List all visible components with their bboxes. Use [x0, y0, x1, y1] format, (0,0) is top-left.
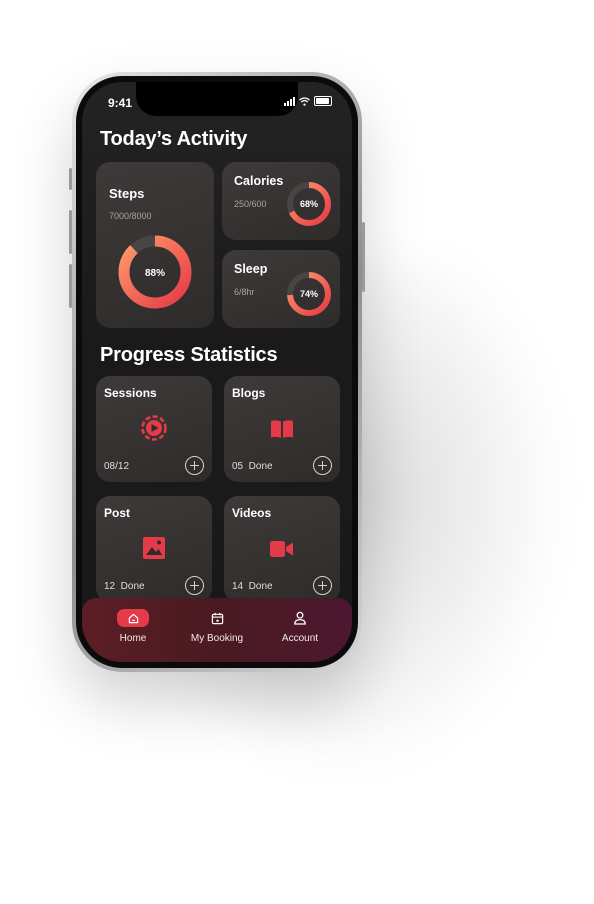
- activity-title: Today’s Activity: [100, 128, 248, 150]
- sleep-percent: 74%: [299, 289, 318, 299]
- image-icon: [143, 537, 165, 559]
- blogs-add-button[interactable]: [313, 456, 332, 475]
- volume-up-button: [69, 210, 72, 254]
- power-button: [362, 222, 365, 292]
- wifi-icon: [299, 96, 310, 106]
- status-icons: [284, 96, 332, 106]
- blogs-count: 05 Done: [232, 461, 273, 472]
- post-card[interactable]: Post 12 Done: [96, 496, 212, 602]
- sessions-card[interactable]: Sessions 08/12: [96, 376, 212, 482]
- steps-card[interactable]: Steps 7000/8000 88%: [96, 162, 214, 328]
- phone-frame: 9:41 Today’s Activity Steps 7000/8000 88…: [69, 72, 365, 672]
- videos-count: 14 Done: [232, 581, 273, 592]
- nav-my-booking-label: My Booking: [190, 633, 244, 644]
- bottom-nav: Home My Booking Account: [82, 598, 352, 662]
- video-camera-icon: [270, 541, 293, 557]
- home-icon: [128, 613, 138, 623]
- sessions-count: 08/12: [104, 461, 130, 472]
- book-icon: [271, 420, 293, 438]
- nav-account-label: Account: [281, 633, 319, 644]
- steps-value: 7000/8000: [109, 211, 152, 221]
- blogs-label: Blogs: [232, 386, 266, 400]
- play-circle-icon: [141, 415, 167, 441]
- volume-down-button: [69, 264, 72, 308]
- post-label: Post: [104, 506, 131, 520]
- sessions-add-button[interactable]: [185, 456, 204, 475]
- progress-title: Progress Statistics: [100, 344, 278, 366]
- home-icon-pill: [117, 609, 149, 627]
- status-time: 9:41: [108, 96, 133, 110]
- signal-icon: [284, 96, 295, 106]
- videos-label: Videos: [232, 506, 272, 520]
- steps-label: Steps: [109, 186, 145, 201]
- silent-switch: [69, 168, 72, 190]
- post-add-button[interactable]: [185, 576, 204, 595]
- nav-home[interactable]: Home: [88, 608, 178, 644]
- nav-my-booking[interactable]: My Booking: [172, 608, 262, 644]
- battery-icon: [314, 96, 332, 106]
- calories-value: 250/600: [234, 199, 267, 209]
- sleep-card[interactable]: Sleep 6/8hr 74%: [222, 250, 340, 328]
- steps-percent: 88%: [144, 268, 165, 279]
- videos-add-button[interactable]: [313, 576, 332, 595]
- app-screen: 9:41 Today’s Activity Steps 7000/8000 88…: [82, 82, 352, 662]
- notch: [136, 82, 298, 116]
- calendar-icon: [211, 612, 223, 624]
- nav-home-label: Home: [119, 633, 147, 644]
- calories-percent: 68%: [299, 199, 318, 209]
- calories-label: Calories: [234, 174, 284, 188]
- calories-card[interactable]: Calories 250/600 68%: [222, 162, 340, 240]
- sessions-label: Sessions: [104, 386, 157, 400]
- post-count: 12 Done: [104, 581, 145, 592]
- sleep-label: Sleep: [234, 262, 268, 276]
- sleep-value: 6/8hr: [234, 287, 255, 297]
- blogs-card[interactable]: Blogs 05 Done: [224, 376, 340, 482]
- nav-account[interactable]: Account: [255, 608, 345, 644]
- videos-card[interactable]: Videos 14 Done: [224, 496, 340, 602]
- user-icon: [294, 611, 306, 625]
